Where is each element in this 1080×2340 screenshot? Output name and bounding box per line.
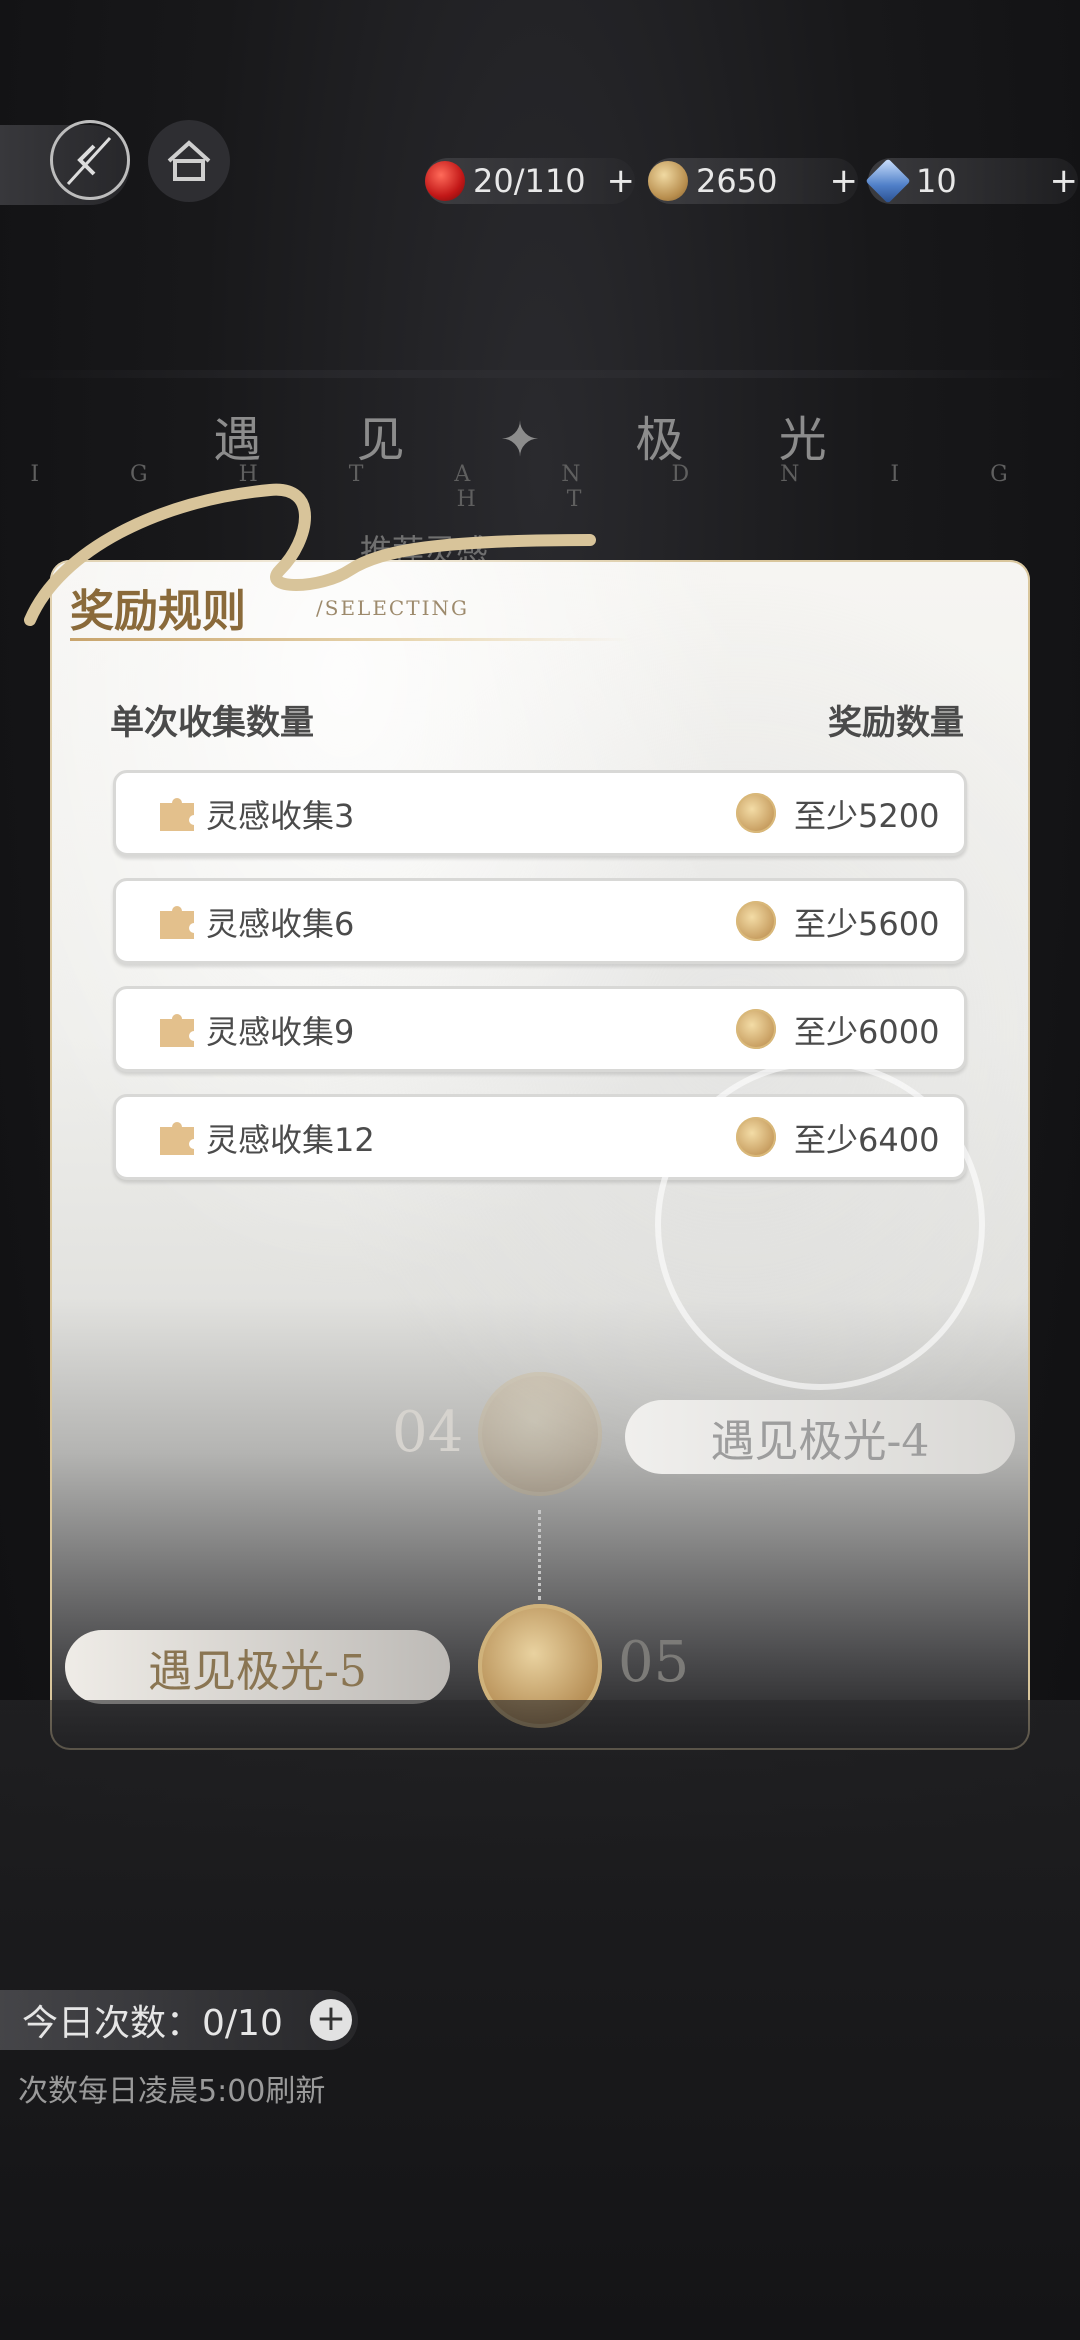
gold-coin-icon (736, 793, 776, 833)
home-icon (167, 140, 211, 181)
reward-row: 灵感收集6 至少5600 (113, 878, 967, 964)
resource-stamina[interactable]: 20/110 + (425, 158, 635, 204)
red-apple-icon (425, 161, 465, 201)
node-label-4[interactable]: 遇见极光-4 (625, 1400, 1015, 1474)
puzzle-piece-icon (160, 906, 194, 939)
gold-coin-icon (736, 1009, 776, 1049)
home-button[interactable] (148, 120, 230, 202)
puzzle-piece-icon (160, 1122, 194, 1155)
reward-row-label: 灵感收集9 (206, 1013, 355, 1051)
reward-row-label: 灵感收集6 (206, 905, 355, 943)
column-header-reward: 奖励数量 (828, 703, 964, 743)
reward-row: 灵感收集3 至少5200 (113, 770, 967, 856)
top-bar: 20/110 + 2650 + 10 + (0, 120, 1080, 210)
reward-row-label: 灵感收集3 (206, 797, 355, 835)
reward-row-label: 灵感收集12 (206, 1121, 375, 1159)
node-coin-4[interactable] (478, 1372, 602, 1496)
add-count-button[interactable]: + (310, 1999, 352, 2041)
reward-row-amount: 至少5200 (794, 797, 940, 835)
node-number-4: 04 (392, 1400, 464, 1465)
level-title: 遇 见 ✦ 极 光 (213, 412, 867, 468)
gold-coin-icon (736, 901, 776, 941)
background-divider (0, 370, 1080, 378)
reward-row-amount: 至少5600 (794, 905, 940, 943)
node-label-5[interactable]: 遇见极光-5 (65, 1630, 450, 1704)
blue-diamond-icon (865, 158, 911, 204)
compass-decoration (655, 1060, 985, 1390)
column-header-count: 单次收集数量 (110, 703, 314, 743)
title-underline (70, 638, 630, 641)
reward-row-amount: 至少6000 (794, 1013, 940, 1051)
panel-title: 奖励规则 (70, 586, 246, 637)
reward-row: 灵感收集9 至少6000 (113, 986, 967, 1072)
diamonds-plus-button[interactable]: + (1050, 161, 1079, 201)
path-dotted-line (538, 1510, 541, 1600)
refresh-note: 次数每日凌晨5:00刷新 (18, 2074, 326, 2109)
resource-coins[interactable]: 2650 + (648, 158, 858, 204)
back-arrow-icon (66, 136, 112, 186)
resource-diamonds[interactable]: 10 + (865, 158, 1079, 204)
diamonds-value: 10 (916, 162, 957, 200)
today-count: 今日次数：0/10 (22, 2003, 283, 2044)
coins-value: 2650 (696, 162, 778, 200)
panel-title-sub: /SELECTING (316, 596, 469, 620)
puzzle-piece-icon (160, 1014, 194, 1047)
stamina-value: 20/110 (473, 162, 586, 200)
coins-plus-button[interactable]: + (830, 161, 859, 201)
node-number-5: 05 (618, 1630, 690, 1695)
today-count-pill: 今日次数：0/10 + (0, 1990, 358, 2050)
puzzle-piece-icon (160, 798, 194, 831)
back-button[interactable] (50, 120, 130, 200)
gold-coin-icon (648, 161, 688, 201)
stamina-plus-button[interactable]: + (607, 161, 636, 201)
